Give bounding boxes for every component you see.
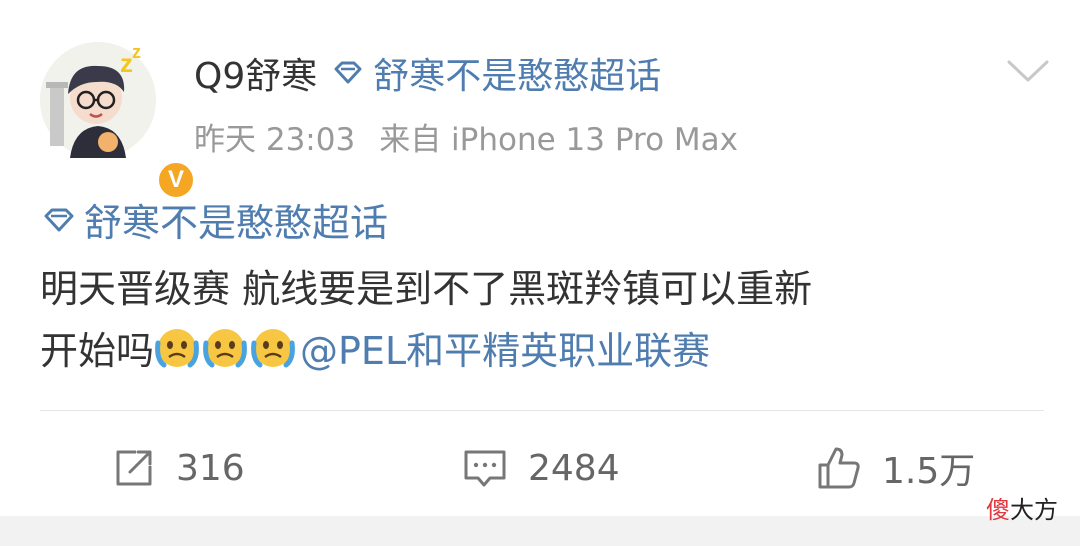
crying-face-emoji-icon <box>155 328 199 367</box>
super-topic-link[interactable]: 舒寒不是憨憨超话 <box>331 47 661 99</box>
post-time: 昨天 23:03 <box>194 122 356 158</box>
mention-link[interactable]: @PEL和平精英职业联赛 <box>300 320 710 375</box>
watermark-part-1: 傻 <box>986 496 1010 524</box>
diamond-icon <box>44 208 74 231</box>
crying-face-emoji-icon <box>251 328 295 367</box>
repost-count: 316 <box>176 447 245 489</box>
repost-icon <box>116 450 152 486</box>
chevron-down-icon[interactable] <box>1006 58 1050 84</box>
super-topic-label: 舒寒不是憨憨超话 <box>373 56 662 97</box>
thumbs-up-icon <box>818 447 860 489</box>
watermark: 傻大方 <box>986 490 1058 525</box>
weibo-post-card: z z V Q9舒寒 舒寒不是憨憨超话 昨天 23:03 来自 iPhone 1… <box>0 0 1080 516</box>
post-header: Q9舒寒 舒寒不是憨憨超话 <box>194 48 661 98</box>
post-text-line-1: 明天晋级赛 航线要是到不了黑斑羚镇可以重新 <box>40 267 813 311</box>
svg-text:z: z <box>132 42 141 62</box>
comment-button[interactable]: 2484 <box>462 440 620 496</box>
crying-face-emoji-icon <box>203 328 247 367</box>
like-button[interactable]: 1.5万 <box>816 440 975 496</box>
like-count: 1.5万 <box>882 451 976 492</box>
divider <box>40 410 1044 411</box>
post-text-line-2-text: 开始吗 <box>40 329 155 373</box>
comment-count: 2484 <box>528 447 620 489</box>
diamond-icon <box>334 61 362 84</box>
post-text-line-2: 开始吗 @PEL和平精英职业联赛 <box>40 320 710 375</box>
post-meta: 昨天 23:03 来自 iPhone 13 Pro Max <box>194 114 738 159</box>
username[interactable]: Q9舒寒 <box>194 47 317 99</box>
post-source: 来自 iPhone 13 Pro Max <box>379 122 738 158</box>
comment-icon <box>464 450 506 487</box>
bottom-separator <box>0 516 1080 546</box>
repost-button[interactable]: 316 <box>112 440 245 496</box>
body-super-topic-label: 舒寒不是憨憨超话 <box>84 201 389 245</box>
body-super-topic-link[interactable]: 舒寒不是憨憨超话 <box>40 192 388 247</box>
avatar[interactable]: z z V <box>40 42 196 200</box>
avatar-illustration: z z <box>40 42 156 158</box>
watermark-part-2: 大方 <box>1010 496 1058 524</box>
